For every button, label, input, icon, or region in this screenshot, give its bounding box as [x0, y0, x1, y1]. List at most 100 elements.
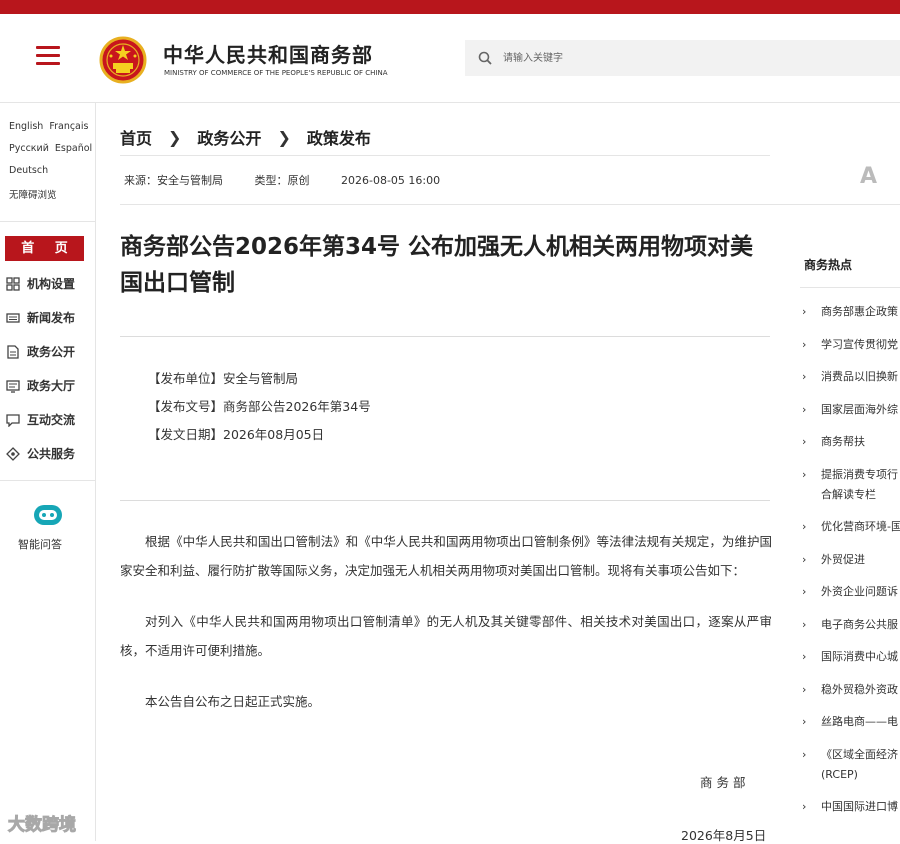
sidebar-divider [0, 480, 95, 481]
hot-item[interactable]: › 商务部惠企政策 [800, 302, 900, 322]
breadcrumb: 首页 ❯ 政务公开 ❯ 政策发布 [120, 125, 371, 149]
hot-item[interactable]: › 《区域全面经济 [800, 745, 900, 765]
hot-item-label: 稳外贸稳外资政 [821, 682, 898, 696]
nav-item-news[interactable]: 新闻发布 [5, 309, 75, 326]
hot-item-label: 优化营商环境-国 [821, 520, 900, 533]
chevron-right-icon: › [802, 337, 807, 351]
robot-icon[interactable] [31, 503, 65, 527]
meta-type: 类型：原创 [254, 174, 310, 187]
nav-item-interact[interactable]: 互动交流 [5, 411, 75, 428]
breadcrumb-policy[interactable]: 政策发布 [307, 125, 371, 149]
article-paragraph: 本公告自公布之日起正式实施。 [145, 694, 321, 709]
chevron-right-icon: › [802, 650, 807, 663]
chevron-right-icon: › [802, 682, 807, 696]
nav-item-org[interactable]: 机构设置 [5, 275, 75, 292]
hot-item[interactable]: › 国家层面海外综 [800, 400, 900, 420]
hot-item-label: 《区域全面经济 [821, 747, 898, 761]
site-title[interactable]: 中华人民共和国商务部 [163, 39, 373, 68]
hot-item-label: 商务帮扶 [821, 435, 865, 448]
left-sidebar: English Français Русский Español Deutsch… [0, 103, 96, 841]
hot-item[interactable]: › 外贸促进 [800, 550, 900, 570]
national-emblem-icon[interactable] [99, 36, 147, 84]
nav-item-hall[interactable]: 政务大厅 [5, 377, 75, 394]
title-divider [120, 336, 770, 337]
nav-item-label: 新闻发布 [27, 311, 76, 325]
chevron-right-icon: › [802, 467, 807, 481]
accessibility-link[interactable]: 无障碍浏览 [9, 187, 57, 209]
top-red-bar [0, 0, 900, 14]
hot-item-label: 丝路电商——电 [821, 715, 898, 728]
chevron-right-icon: › [802, 617, 807, 631]
site-header: 中华人民共和国商务部 MINISTRY OF COMMERCE OF THE P… [0, 14, 900, 103]
hot-item[interactable]: › 丝路电商——电 [800, 712, 900, 732]
hot-item-label: 合解读专栏 [821, 487, 876, 501]
font-size-button[interactable]: A [860, 164, 877, 189]
hot-item-label: 商务部惠企政策 [821, 305, 898, 318]
hot-topics-title: 商务热点 [804, 258, 853, 272]
article-paragraph: 根据《中华人民共和国出口管制法》和《中华人民共和国两用物项出口管制条例》等法律法… [120, 534, 772, 578]
search-icon[interactable] [478, 51, 492, 65]
hot-item[interactable]: › 商务帮扶 [800, 432, 900, 452]
article-paragraph: 对列入《中华人民共和国两用物项出口管制清单》的无人机及其关键零部件、相关技术对美… [120, 614, 772, 658]
lang-german[interactable]: Deutsch [9, 165, 48, 187]
lang-english[interactable]: English [9, 121, 43, 143]
hot-item-continued[interactable]: 合解读专栏 [800, 485, 900, 505]
chevron-right-icon: › [802, 435, 807, 448]
menu-icon[interactable] [36, 46, 60, 66]
language-links: English Français Русский Español Deutsch… [9, 121, 95, 209]
article-title: 商务部公告2026年第34号 公布加强无人机相关两用物项对美国出口管制 [120, 234, 754, 296]
chevron-right-icon: › [802, 520, 807, 533]
hot-item-label: 电子商务公共服 [821, 617, 898, 631]
nav-item-label: 公共服务 [27, 447, 76, 461]
hot-item[interactable]: › 稳外贸稳外资政 [800, 680, 900, 700]
search-input[interactable] [503, 40, 883, 76]
ai-qa-label[interactable]: 智能问答 [18, 536, 62, 552]
nav-item-label: 互动交流 [27, 413, 76, 427]
hot-item-continued[interactable]: (RCEP) [800, 765, 900, 785]
hot-item-label: (RCEP) [821, 767, 858, 781]
chevron-right-icon: › [802, 715, 807, 728]
hot-item-label: 学习宣传贯彻党 [821, 337, 898, 351]
nav-item-gov-open[interactable]: 政务公开 [5, 343, 75, 360]
article-body: 根据《中华人民共和国出口管制法》和《中华人民共和国两用物项出口管制条例》等法律法… [120, 527, 772, 738]
lang-russian[interactable]: Русский [9, 143, 49, 165]
nav-home-button[interactable]: 首 页 [5, 236, 84, 261]
hot-item[interactable]: › 外资企业问题诉 [800, 582, 900, 602]
service-hall-icon [5, 378, 21, 394]
meta-date: 2026-08-05 16:00 [341, 174, 441, 187]
hot-item[interactable]: › 中国国际进口博 [800, 797, 900, 817]
hot-item[interactable]: › 提振消费专项行 [800, 465, 900, 485]
hot-topics-list: › 商务部惠企政策 › 学习宣传贯彻党 › 消费品以旧换新 › 国家层面海外综 › 商务帮… [800, 302, 900, 830]
breadcrumb-home[interactable]: 首页 [120, 125, 152, 149]
info-doc-number: 【发布文号】商务部公告2026年第34号 [148, 399, 371, 414]
sidebar-divider [0, 221, 95, 222]
hot-item[interactable]: › 国际消费中心城 [800, 647, 900, 667]
meta-source: 来源：安全与管制局 [124, 174, 223, 187]
info-publisher: 【发布单位】安全与管制局 [148, 371, 299, 386]
hot-item-label: 消费品以旧换新 [821, 370, 898, 383]
hot-item-label: 外贸促进 [821, 552, 865, 566]
nav-item-label: 政务大厅 [27, 379, 76, 393]
hot-topics-divider [800, 287, 900, 288]
hot-item-label: 提振消费专项行 [821, 467, 898, 481]
meta-divider [120, 204, 900, 205]
hot-item[interactable]: › 消费品以旧换新 [800, 367, 900, 387]
lang-french[interactable]: Français [49, 121, 88, 143]
breadcrumb-gov-open[interactable]: 政务公开 [197, 125, 261, 149]
chevron-right-icon: ❯ [277, 127, 291, 147]
chevron-right-icon: › [802, 305, 807, 318]
signature-date: 2026年8月5日 [681, 828, 767, 843]
hot-item[interactable]: › 电子商务公共服 [800, 615, 900, 635]
public-service-icon [5, 446, 21, 462]
signature: 商务部 [700, 775, 750, 790]
lang-spanish[interactable]: Español [55, 143, 92, 165]
info-issue-date: 【发文日期】2026年08月05日 [148, 427, 325, 442]
hot-item[interactable]: › 学习宣传贯彻党 [800, 335, 900, 355]
chevron-right-icon: › [802, 370, 807, 383]
chevron-right-icon: › [802, 747, 807, 761]
hot-item-label: 外资企业问题诉 [821, 585, 898, 598]
chevron-right-icon: › [802, 402, 807, 416]
nav-item-public[interactable]: 公共服务 [5, 445, 75, 462]
document-icon [5, 344, 21, 360]
hot-item[interactable]: › 优化营商环境-国 [800, 517, 900, 537]
